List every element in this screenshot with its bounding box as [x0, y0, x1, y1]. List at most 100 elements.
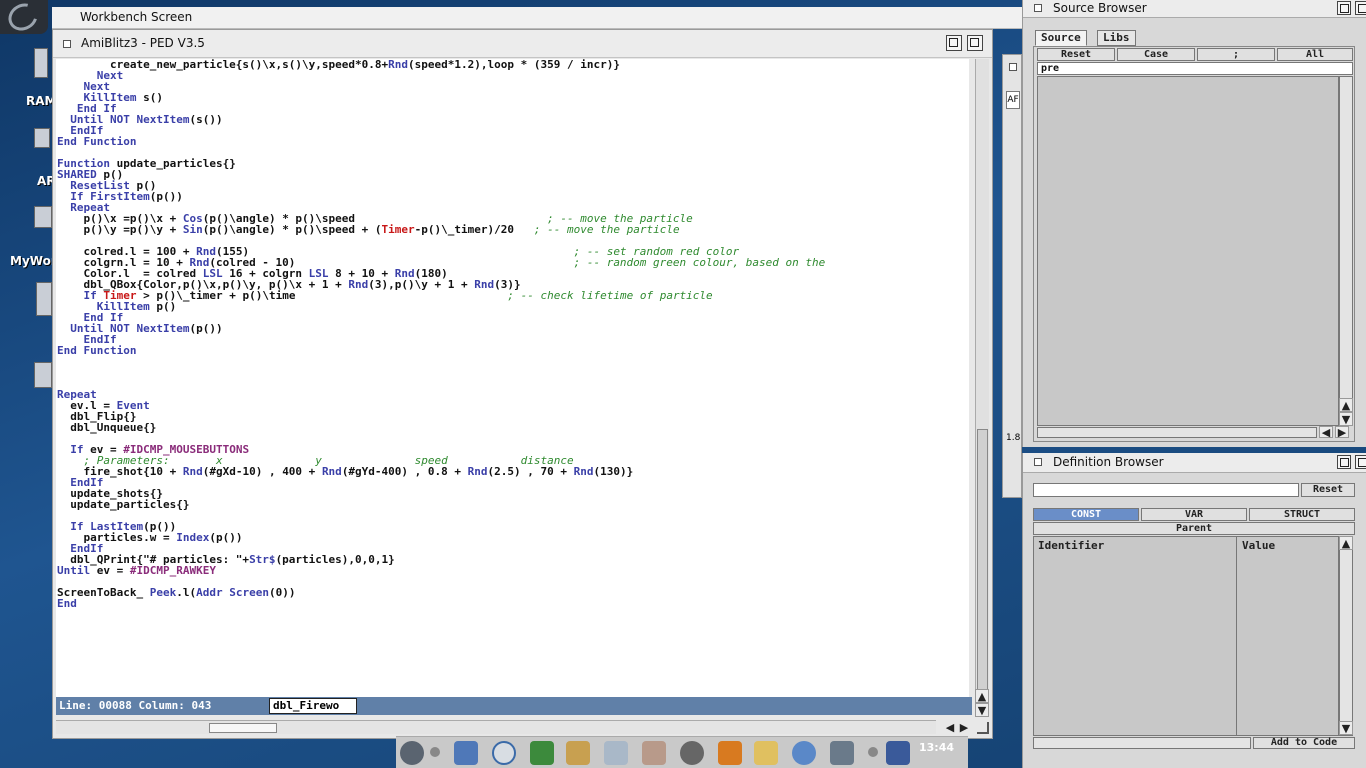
code-line[interactable]: Until NOT NextItem(p())	[57, 323, 969, 334]
close-icon[interactable]	[1009, 63, 1017, 71]
code-line[interactable]: KillItem s()	[57, 92, 969, 103]
add-to-code-button[interactable]: Add to Code	[1253, 737, 1355, 749]
source-list-right-icon[interactable]: ▶	[1335, 426, 1349, 438]
identifier-column-header[interactable]: Identifier	[1038, 539, 1104, 552]
drive-icon[interactable]	[34, 128, 50, 148]
source-list-hscroll[interactable]	[1037, 427, 1317, 438]
scroll-right-icon[interactable]: ▶	[957, 721, 971, 735]
definition-search-input[interactable]	[1033, 483, 1299, 497]
dock-settings-icon[interactable]	[830, 741, 854, 765]
code-line[interactable]: ResetList p()	[57, 180, 969, 191]
case-button[interactable]: Case	[1117, 48, 1195, 61]
tab-source[interactable]: Source	[1035, 30, 1087, 46]
code-line[interactable]: p()\y =p()\y + Sin(p()\angle) * p()\spee…	[57, 224, 969, 235]
ram-disk-icon[interactable]	[34, 48, 48, 78]
definition-browser-close-icon[interactable]	[1034, 458, 1042, 466]
scroll-down-icon[interactable]: ▼	[975, 703, 989, 717]
code-line[interactable]: Next	[57, 81, 969, 92]
code-line[interactable]: ScreenToBack_ Peek.l(Addr Screen(0))	[57, 587, 969, 598]
definition-list-down-icon[interactable]: ▼	[1339, 721, 1353, 735]
ped-title-bar[interactable]: AmiBlitz3 - PED V3.5	[53, 30, 992, 58]
dock-gear-icon[interactable]	[792, 741, 816, 765]
code-line[interactable]: Until NOT NextItem(s())	[57, 114, 969, 125]
horizontal-scroll-thumb[interactable]	[209, 723, 277, 733]
code-line[interactable]: fire_shot{10 + Rnd(#gXd-10) , 400 + Rnd(…	[57, 466, 969, 477]
reset-button[interactable]: Reset	[1037, 48, 1115, 61]
source-browser-close-icon[interactable]	[1034, 4, 1042, 12]
dock-image-icon[interactable]	[642, 741, 666, 765]
code-line[interactable]: If Timer > p()\_timer + p()\time ; -- ch…	[57, 290, 969, 301]
file-tab[interactable]: dbl_Firewo	[269, 698, 357, 714]
definition-list[interactable]: Identifier Value	[1033, 536, 1339, 736]
struct-tab[interactable]: STRUCT	[1249, 508, 1355, 521]
background-window[interactable]: AF 1.8	[1002, 54, 1022, 498]
code-line[interactable]: Until ev = #IDCMP_RAWKEY	[57, 565, 969, 576]
const-tab[interactable]: CONST	[1033, 508, 1139, 521]
dock-dot-icon[interactable]	[430, 747, 440, 757]
definition-browser-depth-icon[interactable]	[1355, 455, 1366, 469]
definition-browser-window[interactable]: Definition Browser Reset CONST VAR STRUC…	[1022, 453, 1366, 768]
code-line[interactable]	[57, 510, 969, 521]
semicolon-button[interactable]: ;	[1197, 48, 1275, 61]
dock-monitor-icon[interactable]	[886, 741, 910, 765]
all-button[interactable]: All	[1277, 48, 1353, 61]
source-filter-input[interactable]: pre	[1037, 62, 1353, 75]
home-icon[interactable]	[34, 206, 52, 228]
amiga-logo[interactable]	[0, 0, 48, 36]
code-line[interactable]: create_new_particle{s()\x,s()\y,speed*0.…	[57, 59, 969, 70]
parent-button[interactable]: Parent	[1033, 522, 1355, 535]
dock-tools-icon[interactable]	[604, 741, 628, 765]
window-close-icon[interactable]	[63, 40, 71, 48]
iconify-icon[interactable]	[946, 35, 962, 51]
code-line[interactable]	[57, 356, 969, 367]
tool-icon[interactable]	[34, 362, 52, 388]
code-line[interactable]: If FirstItem(p())	[57, 191, 969, 202]
vertical-scroll-thumb[interactable]	[977, 429, 988, 695]
tab-libs[interactable]: Libs	[1097, 30, 1136, 46]
drawer-icon[interactable]	[36, 282, 52, 316]
code-line[interactable]	[57, 367, 969, 378]
code-line[interactable]: End	[57, 598, 969, 609]
code-line[interactable]: EndIf	[57, 125, 969, 136]
resize-handle-icon[interactable]	[977, 722, 989, 734]
dock-keyboard-icon[interactable]	[566, 741, 590, 765]
vertical-scrollbar[interactable]	[975, 59, 989, 699]
code-line[interactable]: Next	[57, 70, 969, 81]
code-line[interactable]: EndIf	[57, 477, 969, 488]
dock-notes-icon[interactable]	[754, 741, 778, 765]
horizontal-scrollbar[interactable]	[56, 720, 936, 734]
source-list-down-icon[interactable]: ▼	[1339, 412, 1353, 426]
scroll-up-icon[interactable]: ▲	[975, 689, 989, 703]
code-line[interactable]: ev.l = Event	[57, 400, 969, 411]
code-line[interactable]: Function update_particles{}	[57, 158, 969, 169]
code-line[interactable]	[57, 378, 969, 389]
dock-w-icon[interactable]	[718, 741, 742, 765]
code-editor[interactable]: create_new_particle{s()\x,s()\y,speed*0.…	[56, 59, 969, 699]
ped-editor-window[interactable]: AmiBlitz3 - PED V3.5 create_new_particle…	[52, 29, 993, 739]
dock-book-icon[interactable]	[530, 741, 554, 765]
source-browser-title-bar[interactable]: Source Browser	[1023, 0, 1366, 18]
code-line[interactable]: EndIf	[57, 334, 969, 345]
source-list-left-icon[interactable]: ◀	[1319, 426, 1333, 438]
code-text[interactable]: create_new_particle{s()\x,s()\y,speed*0.…	[56, 59, 969, 609]
code-line[interactable]: dbl_Flip{}	[57, 411, 969, 422]
var-tab[interactable]: VAR	[1141, 508, 1247, 521]
scroll-left-icon[interactable]: ◀	[943, 721, 957, 735]
code-line[interactable]: End Function	[57, 345, 969, 356]
code-line[interactable]: End Function	[57, 136, 969, 147]
bg-window-field[interactable]: AF	[1006, 91, 1020, 109]
definition-browser-zoom-icon[interactable]	[1337, 455, 1351, 469]
code-line[interactable]: SHARED p()	[57, 169, 969, 180]
source-list[interactable]	[1037, 76, 1339, 426]
dock-pan-icon[interactable]	[680, 741, 704, 765]
source-list-up-icon[interactable]: ▲	[1339, 398, 1353, 412]
code-line[interactable]: update_shots{}	[57, 488, 969, 499]
code-line[interactable]: KillItem p()	[57, 301, 969, 312]
definition-list-up-icon[interactable]: ▲	[1339, 536, 1353, 550]
code-line[interactable]: particles.w = Index(p())	[57, 532, 969, 543]
source-list-vscroll[interactable]	[1339, 76, 1353, 400]
value-column-header[interactable]: Value	[1242, 539, 1275, 552]
code-line[interactable]: update_particles{}	[57, 499, 969, 510]
desktop-icon-myworld[interactable]: MyWor	[10, 254, 57, 268]
zoom-icon[interactable]	[967, 35, 983, 51]
